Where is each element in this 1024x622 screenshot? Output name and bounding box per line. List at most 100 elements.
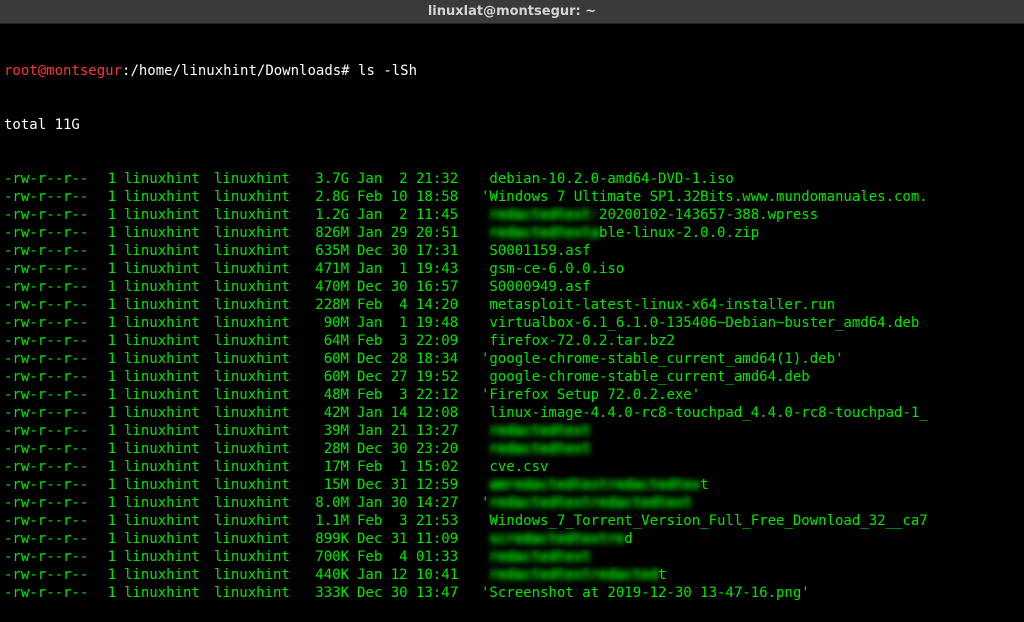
file-date: Dec 31 12:59 [349,476,469,494]
file-links: 1 [94,332,124,350]
file-name: firefox-72.0.2.tar.bz2 [469,332,1020,350]
file-links: 1 [94,278,124,296]
file-name: redactedtext [469,422,1020,440]
file-perms: -rw-r--r-- [4,458,94,476]
file-perms: -rw-r--r-- [4,242,94,260]
file-perms: -rw-r--r-- [4,350,94,368]
file-name: 'Screenshot at 2019-12-30 13-47-16.png' [469,584,1020,602]
file-row: -rw-r--r--1linuxhintlinuxhint28MDec 30 2… [4,440,1020,458]
file-date: Jan 2 21:32 [349,170,469,188]
file-row: -rw-r--r--1linuxhintlinuxhint3.7GJan 2 2… [4,170,1020,188]
file-name: redactedtextable-linux-2.0.0.zip [469,224,1020,242]
file-group: linuxhint [214,548,304,566]
file-owner: linuxhint [124,206,214,224]
file-name: redactedtextredactedt [469,566,1020,584]
file-perms: -rw-r--r-- [4,476,94,494]
prompt-at: @ [38,63,46,79]
file-size: 90M [304,314,349,332]
file-group: linuxhint [214,368,304,386]
file-perms: -rw-r--r-- [4,404,94,422]
file-group: linuxhint [214,404,304,422]
file-owner: linuxhint [124,584,214,602]
file-row: -rw-r--r--1linuxhintlinuxhint440KJan 12 … [4,566,1020,584]
file-date: Jan 21 13:27 [349,422,469,440]
file-perms: -rw-r--r-- [4,206,94,224]
file-date: Feb 4 01:33 [349,548,469,566]
file-links: 1 [94,224,124,242]
file-links: 1 [94,260,124,278]
file-date: Feb 10 18:58 [349,188,469,206]
file-group: linuxhint [214,512,304,530]
file-perms: -rw-r--r-- [4,224,94,242]
file-size: 8.0M [304,494,349,512]
file-links: 1 [94,566,124,584]
file-name: S0001159.asf [469,242,1020,260]
file-perms: -rw-r--r-- [4,548,94,566]
file-row: -rw-r--r--1linuxhintlinuxhint17MFeb 1 15… [4,458,1020,476]
file-links: 1 [94,170,124,188]
file-group: linuxhint [214,242,304,260]
file-perms: -rw-r--r-- [4,584,94,602]
file-date: Dec 30 13:47 [349,584,469,602]
file-perms: -rw-r--r-- [4,314,94,332]
file-date: Jan 12 10:41 [349,566,469,584]
file-name: redactedtext [469,548,1020,566]
total-line: total 11G [4,116,1020,134]
file-name: gsm-ce-6.0.0.iso [469,260,1020,278]
file-row: -rw-r--r--1linuxhintlinuxhint228MFeb 4 1… [4,296,1020,314]
file-owner: linuxhint [124,440,214,458]
file-size: 470M [304,278,349,296]
file-group: linuxhint [214,332,304,350]
file-owner: linuxhint [124,278,214,296]
file-size: 28M [304,440,349,458]
file-size: 3.7G [304,170,349,188]
file-name: cve.csv [469,458,1020,476]
file-date: Dec 27 19:52 [349,368,469,386]
file-row: -rw-r--r--1linuxhintlinuxhint48MFeb 3 22… [4,386,1020,404]
file-size: 899K [304,530,349,548]
file-group: linuxhint [214,458,304,476]
file-group: linuxhint [214,278,304,296]
file-size: 1.2G [304,206,349,224]
file-links: 1 [94,422,124,440]
file-links: 1 [94,404,124,422]
file-perms: -rw-r--r-- [4,440,94,458]
file-name: linux-image-4.4.0-rc8-touchpad_4.4.0-rc8… [469,404,1020,422]
file-group: linuxhint [214,188,304,206]
file-owner: linuxhint [124,422,214,440]
listing-rows: -rw-r--r--1linuxhintlinuxhint3.7GJan 2 2… [4,170,1020,602]
file-row: -rw-r--r--1linuxhintlinuxhint90MJan 1 19… [4,314,1020,332]
file-date: Dec 30 23:20 [349,440,469,458]
file-name: 'google-chrome-stable_current_amd64(1).d… [469,350,1020,368]
file-links: 1 [94,314,124,332]
file-name: 'Firefox Setup 72.0.2.exe' [469,386,1020,404]
file-size: 42M [304,404,349,422]
file-date: Dec 28 18:34 [349,350,469,368]
file-group: linuxhint [214,224,304,242]
file-date: Jan 2 11:45 [349,206,469,224]
file-perms: -rw-r--r-- [4,512,94,530]
file-links: 1 [94,188,124,206]
file-name: redactedtext [469,440,1020,458]
file-links: 1 [94,458,124,476]
file-owner: linuxhint [124,188,214,206]
file-date: Jan 14 12:08 [349,404,469,422]
file-perms: -rw-r--r-- [4,566,94,584]
file-group: linuxhint [214,386,304,404]
file-owner: linuxhint [124,350,214,368]
file-size: 15M [304,476,349,494]
file-row: -rw-r--r--1linuxhintlinuxhint899KDec 31 … [4,530,1020,548]
terminal-output[interactable]: root@montsegur:/home/linuxhint/Downloads… [0,24,1024,622]
file-size: 2.8G [304,188,349,206]
file-size: 39M [304,422,349,440]
file-owner: linuxhint [124,296,214,314]
file-group: linuxhint [214,584,304,602]
file-group: linuxhint [214,566,304,584]
file-date: Jan 1 19:48 [349,314,469,332]
file-perms: -rw-r--r-- [4,278,94,296]
file-size: 64M [304,332,349,350]
file-name: metasploit-latest-linux-x64-installer.ru… [469,296,1020,314]
file-row: -rw-r--r--1linuxhintlinuxhint42MJan 14 1… [4,404,1020,422]
file-perms: -rw-r--r-- [4,530,94,548]
file-size: 635M [304,242,349,260]
